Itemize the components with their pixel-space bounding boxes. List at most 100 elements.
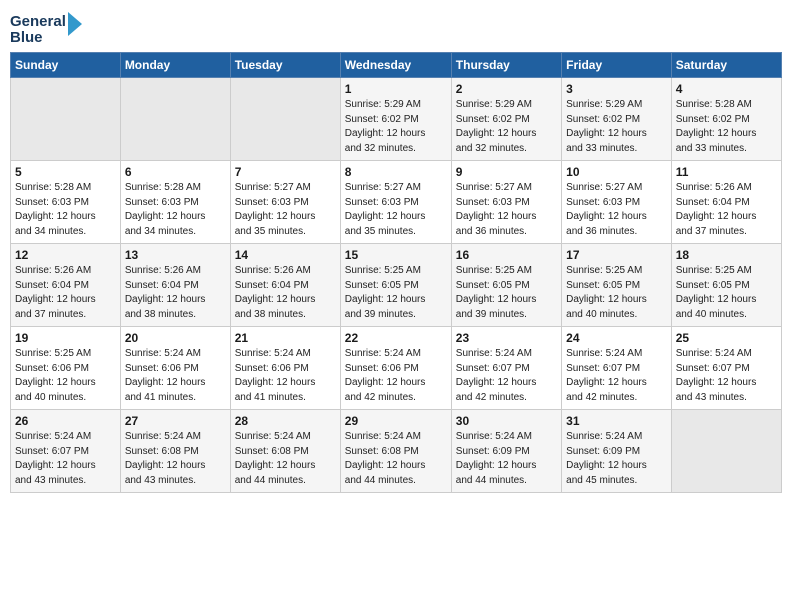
day-info: Sunrise: 5:24 AM Sunset: 6:08 PM Dayligh… bbox=[125, 430, 226, 488]
day-number: 21 bbox=[235, 331, 336, 345]
day-info: Sunrise: 5:26 AM Sunset: 6:04 PM Dayligh… bbox=[15, 264, 116, 322]
day-info: Sunrise: 5:27 AM Sunset: 6:03 PM Dayligh… bbox=[345, 181, 447, 239]
calendar-cell: 24 Sunrise: 5:24 AM Sunset: 6:07 PM Dayli… bbox=[562, 327, 672, 410]
day-number: 31 bbox=[566, 414, 667, 428]
calendar-cell: 5 Sunrise: 5:28 AM Sunset: 6:03 PM Daylig… bbox=[11, 161, 121, 244]
day-number: 23 bbox=[456, 331, 557, 345]
day-info: Sunrise: 5:29 AM Sunset: 6:02 PM Dayligh… bbox=[566, 98, 667, 156]
calendar-cell: 9 Sunrise: 5:27 AM Sunset: 6:03 PM Daylig… bbox=[451, 161, 561, 244]
day-info: Sunrise: 5:26 AM Sunset: 6:04 PM Dayligh… bbox=[676, 181, 777, 239]
day-number: 18 bbox=[676, 248, 777, 262]
day-info: Sunrise: 5:24 AM Sunset: 6:07 PM Dayligh… bbox=[15, 430, 116, 488]
weekday-header-wednesday: Wednesday bbox=[340, 53, 451, 78]
calendar-cell: 10 Sunrise: 5:27 AM Sunset: 6:03 PM Dayli… bbox=[562, 161, 672, 244]
day-info: Sunrise: 5:28 AM Sunset: 6:03 PM Dayligh… bbox=[15, 181, 116, 239]
day-info: Sunrise: 5:24 AM Sunset: 6:09 PM Dayligh… bbox=[456, 430, 557, 488]
calendar-cell: 22 Sunrise: 5:24 AM Sunset: 6:06 PM Dayli… bbox=[340, 327, 451, 410]
day-info: Sunrise: 5:29 AM Sunset: 6:02 PM Dayligh… bbox=[456, 98, 557, 156]
day-info: Sunrise: 5:25 AM Sunset: 6:06 PM Dayligh… bbox=[15, 347, 116, 405]
day-info: Sunrise: 5:29 AM Sunset: 6:02 PM Dayligh… bbox=[345, 98, 447, 156]
day-number: 29 bbox=[345, 414, 447, 428]
day-number: 19 bbox=[15, 331, 116, 345]
weekday-header-friday: Friday bbox=[562, 53, 672, 78]
day-number: 3 bbox=[566, 82, 667, 96]
day-number: 24 bbox=[566, 331, 667, 345]
calendar-cell: 29 Sunrise: 5:24 AM Sunset: 6:08 PM Dayli… bbox=[340, 410, 451, 493]
calendar-cell: 11 Sunrise: 5:26 AM Sunset: 6:04 PM Dayli… bbox=[671, 161, 781, 244]
day-number: 14 bbox=[235, 248, 336, 262]
day-info: Sunrise: 5:28 AM Sunset: 6:02 PM Dayligh… bbox=[676, 98, 777, 156]
day-info: Sunrise: 5:26 AM Sunset: 6:04 PM Dayligh… bbox=[125, 264, 226, 322]
svg-text:General: General bbox=[10, 13, 66, 30]
calendar-cell: 16 Sunrise: 5:25 AM Sunset: 6:05 PM Dayli… bbox=[451, 244, 561, 327]
weekday-header-thursday: Thursday bbox=[451, 53, 561, 78]
calendar-cell: 6 Sunrise: 5:28 AM Sunset: 6:03 PM Daylig… bbox=[120, 161, 230, 244]
day-number: 8 bbox=[345, 165, 447, 179]
day-number: 9 bbox=[456, 165, 557, 179]
weekday-header-saturday: Saturday bbox=[671, 53, 781, 78]
day-number: 10 bbox=[566, 165, 667, 179]
day-info: Sunrise: 5:24 AM Sunset: 6:08 PM Dayligh… bbox=[235, 430, 336, 488]
calendar-cell bbox=[230, 78, 340, 161]
day-info: Sunrise: 5:24 AM Sunset: 6:06 PM Dayligh… bbox=[235, 347, 336, 405]
calendar-cell: 30Sunrise: 5:24 AM Sunset: 6:09 PM Dayli… bbox=[451, 410, 561, 493]
calendar-cell: 26 Sunrise: 5:24 AM Sunset: 6:07 PM Dayli… bbox=[11, 410, 121, 493]
weekday-header-monday: Monday bbox=[120, 53, 230, 78]
calendar-cell: 13 Sunrise: 5:26 AM Sunset: 6:04 PM Dayli… bbox=[120, 244, 230, 327]
day-number: 15 bbox=[345, 248, 447, 262]
day-number: 26 bbox=[15, 414, 116, 428]
day-number: 27 bbox=[125, 414, 226, 428]
weekday-header-tuesday: Tuesday bbox=[230, 53, 340, 78]
calendar-cell: 4 Sunrise: 5:28 AM Sunset: 6:02 PM Daylig… bbox=[671, 78, 781, 161]
calendar-cell: 15 Sunrise: 5:25 AM Sunset: 6:05 PM Dayli… bbox=[340, 244, 451, 327]
logo-svg: GeneralBlue bbox=[10, 10, 130, 46]
calendar-cell: 8 Sunrise: 5:27 AM Sunset: 6:03 PM Daylig… bbox=[340, 161, 451, 244]
calendar-cell: 25 Sunrise: 5:24 AM Sunset: 6:07 PM Dayli… bbox=[671, 327, 781, 410]
day-number: 12 bbox=[15, 248, 116, 262]
weekday-header-sunday: Sunday bbox=[11, 53, 121, 78]
day-info: Sunrise: 5:27 AM Sunset: 6:03 PM Dayligh… bbox=[456, 181, 557, 239]
day-info: Sunrise: 5:24 AM Sunset: 6:08 PM Dayligh… bbox=[345, 430, 447, 488]
calendar-cell: 27 Sunrise: 5:24 AM Sunset: 6:08 PM Dayli… bbox=[120, 410, 230, 493]
calendar-cell: 20Sunrise: 5:24 AM Sunset: 6:06 PM Dayli… bbox=[120, 327, 230, 410]
day-info: Sunrise: 5:24 AM Sunset: 6:06 PM Dayligh… bbox=[345, 347, 447, 405]
day-number: 17 bbox=[566, 248, 667, 262]
svg-text:Blue: Blue bbox=[10, 29, 43, 46]
day-number: 22 bbox=[345, 331, 447, 345]
day-info: Sunrise: 5:25 AM Sunset: 6:05 PM Dayligh… bbox=[345, 264, 447, 322]
calendar-cell: 1 Sunrise: 5:29 AM Sunset: 6:02 PM Daylig… bbox=[340, 78, 451, 161]
day-number: 4 bbox=[676, 82, 777, 96]
day-number: 25 bbox=[676, 331, 777, 345]
calendar-cell: 14 Sunrise: 5:26 AM Sunset: 6:04 PM Dayli… bbox=[230, 244, 340, 327]
calendar-cell: 17Sunrise: 5:25 AM Sunset: 6:05 PM Dayli… bbox=[562, 244, 672, 327]
day-info: Sunrise: 5:24 AM Sunset: 6:07 PM Dayligh… bbox=[566, 347, 667, 405]
calendar-cell: 28 Sunrise: 5:24 AM Sunset: 6:08 PM Dayli… bbox=[230, 410, 340, 493]
day-number: 2 bbox=[456, 82, 557, 96]
day-info: Sunrise: 5:24 AM Sunset: 6:07 PM Dayligh… bbox=[676, 347, 777, 405]
day-number: 28 bbox=[235, 414, 336, 428]
day-number: 1 bbox=[345, 82, 447, 96]
day-number: 6 bbox=[125, 165, 226, 179]
day-number: 11 bbox=[676, 165, 777, 179]
day-info: Sunrise: 5:24 AM Sunset: 6:07 PM Dayligh… bbox=[456, 347, 557, 405]
calendar-cell: 12 Sunrise: 5:26 AM Sunset: 6:04 PM Dayli… bbox=[11, 244, 121, 327]
day-number: 20 bbox=[125, 331, 226, 345]
day-info: Sunrise: 5:25 AM Sunset: 6:05 PM Dayligh… bbox=[456, 264, 557, 322]
calendar-cell: 2 Sunrise: 5:29 AM Sunset: 6:02 PM Daylig… bbox=[451, 78, 561, 161]
day-info: Sunrise: 5:27 AM Sunset: 6:03 PM Dayligh… bbox=[235, 181, 336, 239]
day-info: Sunrise: 5:24 AM Sunset: 6:09 PM Dayligh… bbox=[566, 430, 667, 488]
calendar-cell bbox=[11, 78, 121, 161]
day-info: Sunrise: 5:27 AM Sunset: 6:03 PM Dayligh… bbox=[566, 181, 667, 239]
day-info: Sunrise: 5:28 AM Sunset: 6:03 PM Dayligh… bbox=[125, 181, 226, 239]
day-number: 13 bbox=[125, 248, 226, 262]
calendar-cell bbox=[120, 78, 230, 161]
calendar-cell: 23 Sunrise: 5:24 AM Sunset: 6:07 PM Dayli… bbox=[451, 327, 561, 410]
calendar-cell bbox=[671, 410, 781, 493]
calendar-table: SundayMondayTuesdayWednesdayThursdayFrid… bbox=[10, 52, 782, 493]
logo: GeneralBlue bbox=[10, 10, 130, 46]
calendar-cell: 7Sunrise: 5:27 AM Sunset: 6:03 PM Daylig… bbox=[230, 161, 340, 244]
day-info: Sunrise: 5:26 AM Sunset: 6:04 PM Dayligh… bbox=[235, 264, 336, 322]
day-number: 5 bbox=[15, 165, 116, 179]
calendar-cell: 18Sunrise: 5:25 AM Sunset: 6:05 PM Dayli… bbox=[671, 244, 781, 327]
day-number: 16 bbox=[456, 248, 557, 262]
